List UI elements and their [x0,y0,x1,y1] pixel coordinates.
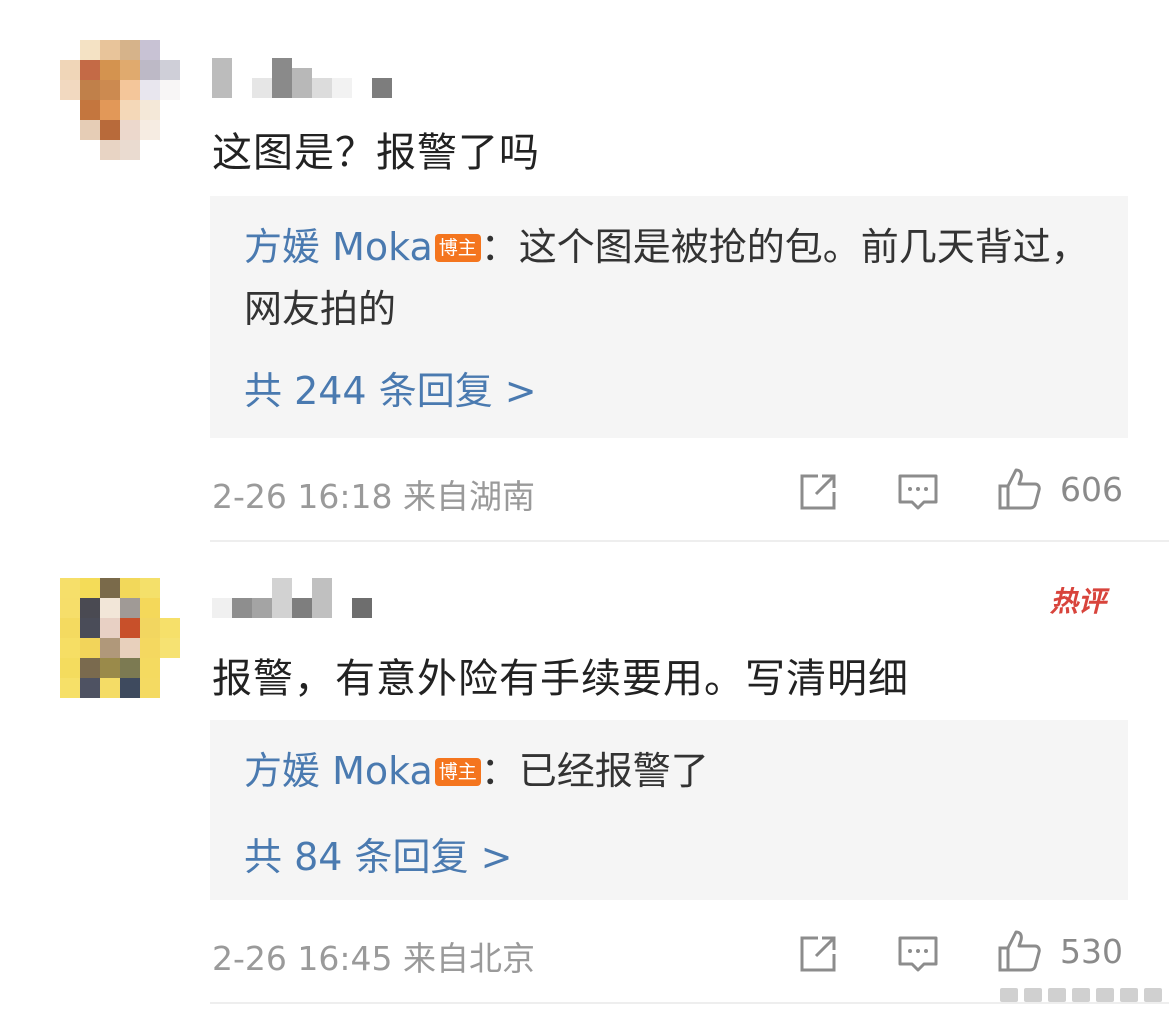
location: 来自北京 [403,939,535,978]
blogger-badge: 博主 [434,234,481,262]
reply-content: 方媛 Moka 博主 ：这个图是被抢的包。前几天背过，网友拍的 [244,216,1098,340]
reply-content: 方媛 Moka 博主 ：已经报警了 [244,740,1098,802]
reply-separator: ： [480,225,519,269]
view-replies-link[interactable]: 共 244 条回复 > [244,360,537,415]
comment-text: 这图是？报警了吗 [212,130,540,176]
reply-box[interactable]: 方媛 Moka 博主 ：已经报警了 共 84 条回复 > [210,720,1128,900]
share-icon[interactable] [796,932,840,976]
thumbs-up-icon[interactable] [996,928,1041,972]
like-count: 530 [1060,932,1123,971]
username-blurred[interactable] [212,578,392,618]
divider [210,1002,1169,1004]
thumbs-up-icon[interactable] [996,466,1041,510]
reply-author[interactable]: 方媛 Moka [244,749,433,793]
timestamp: 2-26 16:18 [212,477,393,516]
watermark-bars [1000,988,1162,1002]
comment-icon[interactable] [896,470,940,514]
reply-text: 已经报警了 [518,749,709,793]
avatar[interactable] [60,578,180,698]
comment-meta: 2-26 16:18 来自湖南 [212,470,535,518]
hot-comment-badge: 热评 [1050,585,1107,618]
share-icon[interactable] [796,470,840,514]
reply-separator: ： [480,749,519,793]
username-blurred[interactable] [212,58,392,98]
avatar[interactable] [60,40,180,160]
view-replies-link[interactable]: 共 84 条回复 > [244,826,512,881]
blogger-badge: 博主 [434,758,481,786]
location: 来自湖南 [403,477,535,516]
comment-text: 报警，有意外险有手续要用。写清明细 [212,656,909,702]
reply-author[interactable]: 方媛 Moka [244,225,433,269]
comment-icon[interactable] [896,932,940,976]
timestamp: 2-26 16:45 [212,939,393,978]
comment-meta: 2-26 16:45 来自北京 [212,932,535,980]
like-count: 606 [1060,470,1123,509]
reply-box[interactable]: 方媛 Moka 博主 ：这个图是被抢的包。前几天背过，网友拍的 共 244 条回复 … [210,196,1128,438]
divider [210,540,1169,542]
